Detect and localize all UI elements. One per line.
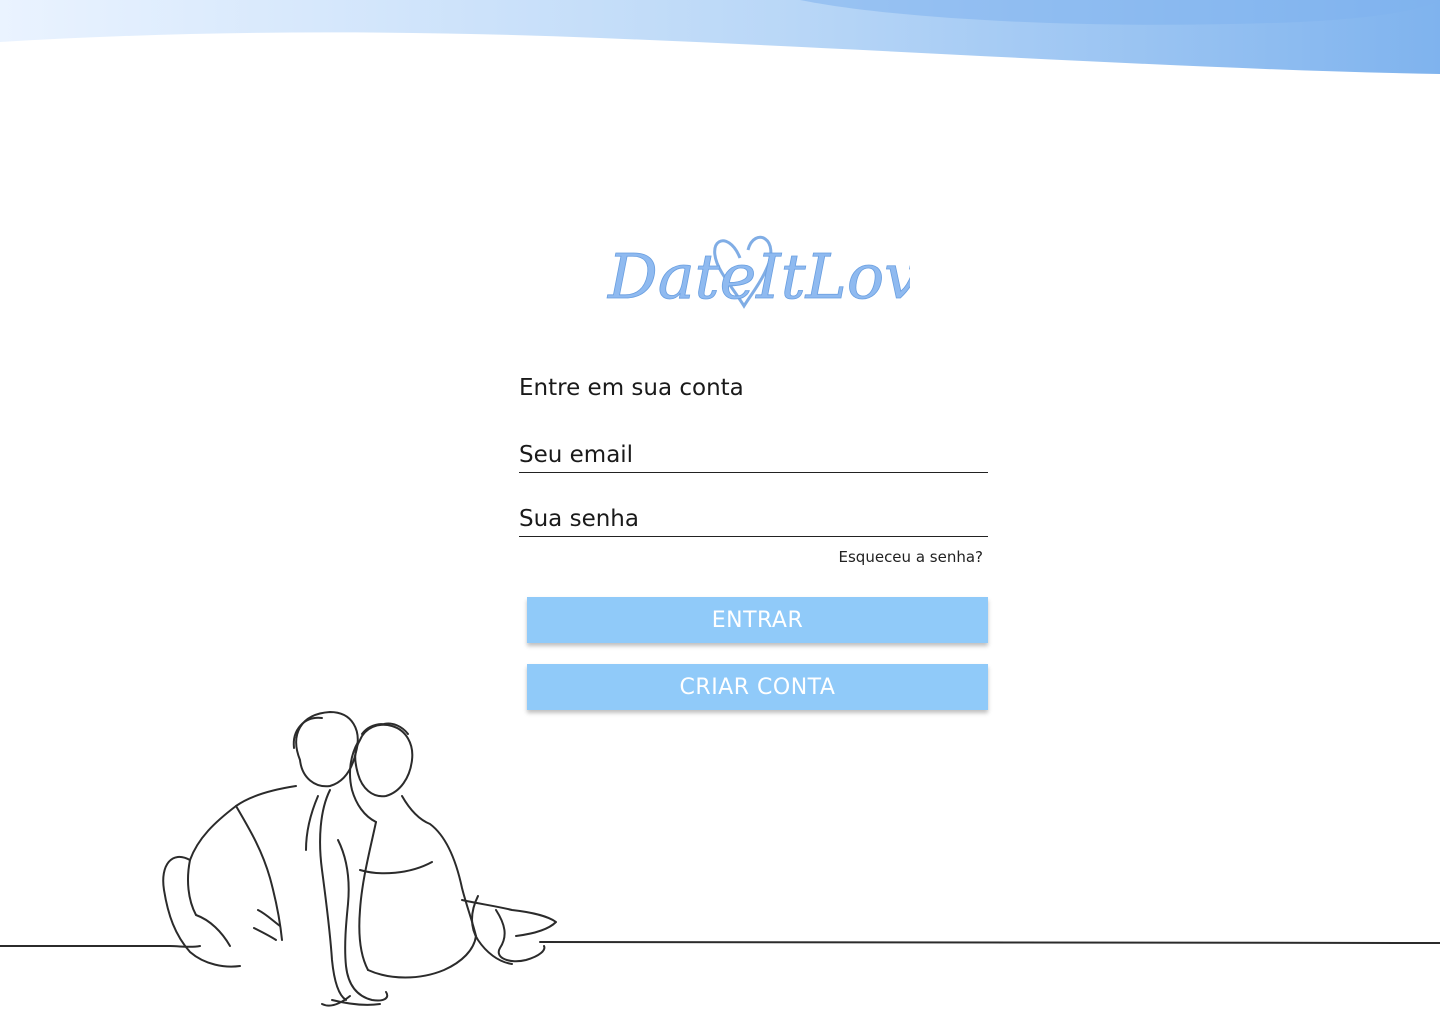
logo-heart-icon: DateItLove xyxy=(607,235,956,313)
email-field[interactable] xyxy=(519,438,988,472)
app-logo: DateItLove xyxy=(600,218,956,318)
email-field-wrapper xyxy=(519,438,988,473)
password-field[interactable] xyxy=(519,502,988,536)
logo-wordmark: DateItLove xyxy=(607,240,910,313)
password-field-wrapper xyxy=(519,502,988,537)
login-title: Entre em sua conta xyxy=(519,375,744,401)
login-button[interactable]: ENTRAR xyxy=(527,597,988,643)
header-wave xyxy=(0,0,1440,74)
couple-line-art-icon xyxy=(0,711,1440,1007)
forgot-password-link[interactable]: Esqueceu a senha? xyxy=(839,548,983,566)
